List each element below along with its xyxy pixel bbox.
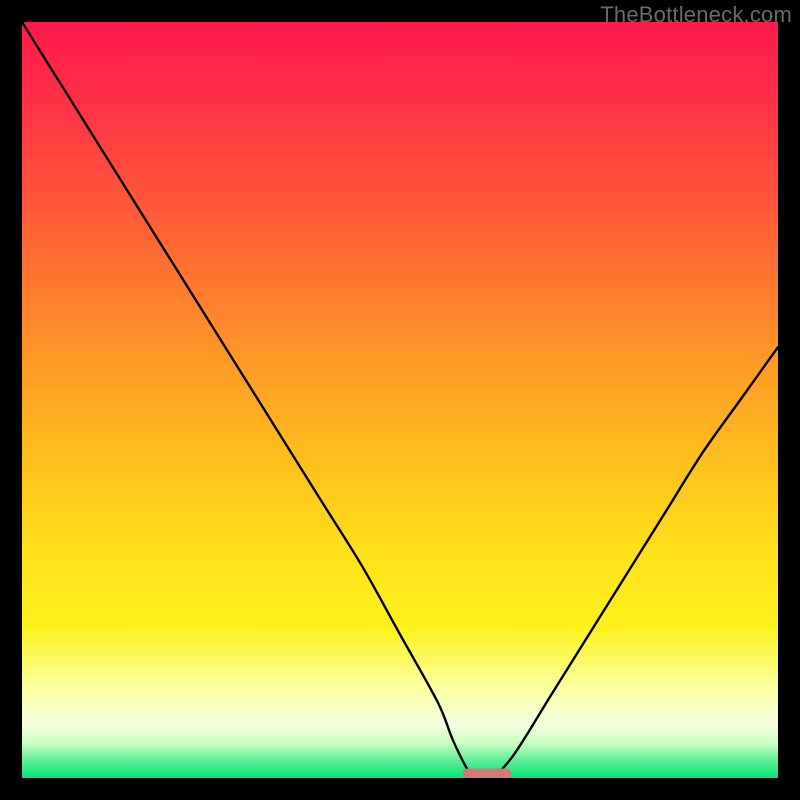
chart-svg xyxy=(22,22,778,778)
optimal-range-marker xyxy=(462,769,511,778)
bottleneck-chart: TheBottleneck.com xyxy=(0,0,800,800)
watermark-text: TheBottleneck.com xyxy=(600,2,792,28)
gradient-background xyxy=(22,22,778,778)
plot-area xyxy=(22,22,778,778)
